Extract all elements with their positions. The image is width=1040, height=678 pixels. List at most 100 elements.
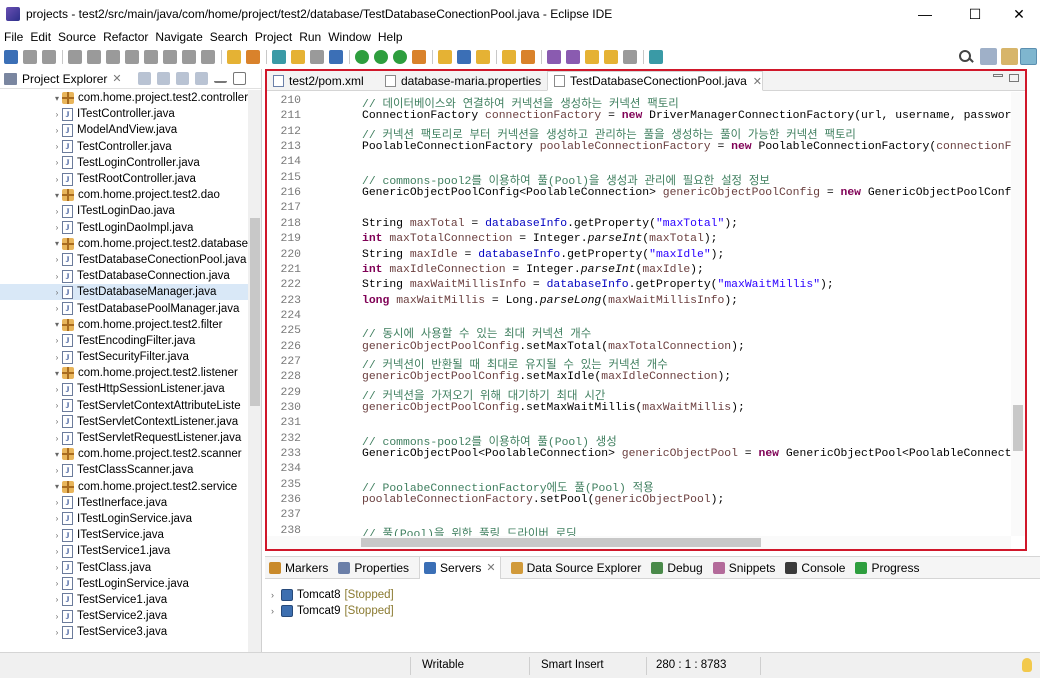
tree-file[interactable]: › J TestEncodingFilter.java [0, 333, 248, 349]
collapse-arrow-icon[interactable]: › [52, 595, 62, 604]
tree-file[interactable]: › J TestLoginService.java [0, 576, 248, 592]
collapse-arrow-icon[interactable]: › [52, 563, 62, 572]
skip-breakpoints-icon[interactable] [68, 50, 82, 64]
tree-file[interactable]: › J ITestLoginDao.java [0, 203, 248, 219]
save-icon[interactable] [23, 50, 37, 64]
collapse-arrow-icon[interactable]: › [52, 466, 62, 475]
tree-file[interactable]: › J TestServletRequestListener.java [0, 430, 248, 446]
external-tools-icon[interactable] [412, 50, 426, 64]
scrollbar-thumb[interactable] [250, 218, 260, 406]
previous-annotation-icon[interactable] [566, 50, 580, 64]
pin-editor-icon[interactable] [649, 50, 663, 64]
disconnect-icon[interactable] [144, 50, 158, 64]
menu-project[interactable]: Project [255, 30, 292, 44]
menu-help[interactable]: Help [378, 30, 403, 44]
scrollbar-thumb[interactable] [1013, 405, 1023, 451]
collapse-arrow-icon[interactable]: › [52, 612, 62, 621]
editor-horizontal-scrollbar[interactable] [267, 536, 1011, 549]
collapse-arrow-icon[interactable]: › [52, 255, 62, 264]
new-class-icon[interactable] [476, 50, 490, 64]
collapse-arrow-icon[interactable]: › [52, 272, 62, 281]
editor-tab[interactable]: test2/pom.xml [267, 71, 364, 91]
next-annotation-icon[interactable] [547, 50, 561, 64]
expand-arrow-icon[interactable]: › [271, 606, 281, 616]
tree-file[interactable]: › J ModelAndView.java [0, 122, 248, 138]
menu-refactor[interactable]: Refactor [103, 30, 148, 44]
toggle-breadcrumb-icon[interactable] [272, 50, 286, 64]
expand-arrow-icon[interactable]: ▾ [52, 320, 62, 329]
project-explorer-title[interactable]: Project Explorer [22, 72, 107, 86]
java-ee-perspective-icon[interactable] [1001, 48, 1018, 65]
collapse-arrow-icon[interactable]: › [52, 142, 62, 151]
tree-file[interactable]: › J TestHttpSessionListener.java [0, 381, 248, 397]
step-over-icon[interactable] [182, 50, 196, 64]
tree-package[interactable]: ▾ com.home.project.test2.service [0, 479, 248, 495]
open-type-icon[interactable] [502, 50, 516, 64]
tree-file[interactable]: › J TestLoginDaoImpl.java [0, 220, 248, 236]
expand-arrow-icon[interactable]: › [271, 590, 281, 600]
tree-file[interactable]: › J ITestInerface.java [0, 495, 248, 511]
bottom-tab-markers[interactable]: Markers [269, 561, 328, 575]
collapse-arrow-icon[interactable]: › [52, 385, 62, 394]
collapse-arrow-icon[interactable]: › [52, 417, 62, 426]
forward-icon[interactable] [623, 50, 637, 64]
expand-arrow-icon[interactable]: ▾ [52, 369, 62, 378]
collapse-arrow-icon[interactable]: › [52, 126, 62, 135]
build-icon[interactable] [227, 50, 241, 64]
tree-file[interactable]: › J TestController.java [0, 139, 248, 155]
step-into-icon[interactable] [163, 50, 177, 64]
tree-file[interactable]: › J TestClass.java [0, 559, 248, 575]
java-perspective-icon[interactable] [1020, 48, 1037, 65]
terminate-icon[interactable] [125, 50, 139, 64]
collapse-arrow-icon[interactable]: › [52, 353, 62, 362]
collapse-arrow-icon[interactable]: › [52, 288, 62, 297]
menu-source[interactable]: Source [58, 30, 96, 44]
tree-file[interactable]: › J ITestService1.java [0, 543, 248, 559]
tree-file[interactable]: › J TestService2.java [0, 608, 248, 624]
menu-navigate[interactable]: Navigate [155, 30, 202, 44]
collapse-arrow-icon[interactable]: › [52, 498, 62, 507]
close-icon[interactable]: ✕ [753, 75, 762, 88]
tree-package[interactable]: ▾ com.home.project.test2.filter [0, 317, 248, 333]
bottom-tab-progress[interactable]: Progress [855, 561, 919, 575]
tree-file[interactable]: › J TestService1.java [0, 592, 248, 608]
collapse-all-icon[interactable] [137, 72, 151, 85]
last-edit-location-icon[interactable] [585, 50, 599, 64]
block-selection-icon[interactable] [310, 50, 324, 64]
open-perspective-icon[interactable] [980, 48, 997, 65]
code-area[interactable]: 210 // 데이터베이스와 연결하여 커넥션을 생성하는 커넥션 팩토리 211 C… [267, 92, 1015, 536]
servers-toolbar-icon[interactable] [246, 50, 260, 64]
bottom-tab-snippets[interactable]: Snippets [712, 561, 775, 575]
menu-window[interactable]: Window [328, 30, 371, 44]
tree-package[interactable]: ▾ com.home.project.test2.listener [0, 365, 248, 381]
new-java-project-icon[interactable] [438, 50, 452, 64]
bottom-tab-debug[interactable]: Debug [651, 561, 703, 575]
collapse-arrow-icon[interactable]: › [52, 579, 62, 588]
tree-package[interactable]: ▾ com.home.project.test2.database [0, 236, 248, 252]
tree-file[interactable]: › J TestLoginController.java [0, 155, 248, 171]
expand-arrow-icon[interactable]: ▾ [52, 482, 62, 491]
search-toolbar-icon[interactable] [521, 50, 535, 64]
tree-file[interactable]: › J TestDatabasePoolManager.java [0, 300, 248, 316]
search-icon[interactable] [958, 49, 974, 65]
tree-file[interactable]: › J ITestService.java [0, 527, 248, 543]
project-explorer-scrollbar[interactable] [248, 90, 261, 652]
filter-icon[interactable] [175, 72, 189, 85]
server-row[interactable]: › Tomcat8 [Stopped] [271, 587, 394, 603]
view-menu-icon[interactable] [194, 72, 208, 85]
tree-package[interactable]: ▾ com.home.project.test2.scanner [0, 446, 248, 462]
collapse-arrow-icon[interactable]: › [52, 223, 62, 232]
collapse-arrow-icon[interactable]: › [52, 304, 62, 313]
tree-file[interactable]: › J TestService3.java [0, 624, 248, 640]
tree-package[interactable]: ▾ com.home.project.test2.controller [0, 90, 248, 106]
new-package-icon[interactable] [457, 50, 471, 64]
step-return-icon[interactable] [201, 50, 215, 64]
bottom-tab-console[interactable]: Console [785, 561, 845, 575]
back-icon[interactable] [604, 50, 618, 64]
resume-icon[interactable] [87, 50, 101, 64]
tree-file[interactable]: › J TestDatabaseManager.java [0, 284, 248, 301]
collapse-arrow-icon[interactable]: › [52, 434, 62, 443]
editor-tab[interactable]: TestDatabaseConectionPool.java ✕ [547, 71, 763, 91]
editor-vertical-scrollbar[interactable] [1011, 92, 1025, 536]
tree-file[interactable]: › J TestRootController.java [0, 171, 248, 187]
